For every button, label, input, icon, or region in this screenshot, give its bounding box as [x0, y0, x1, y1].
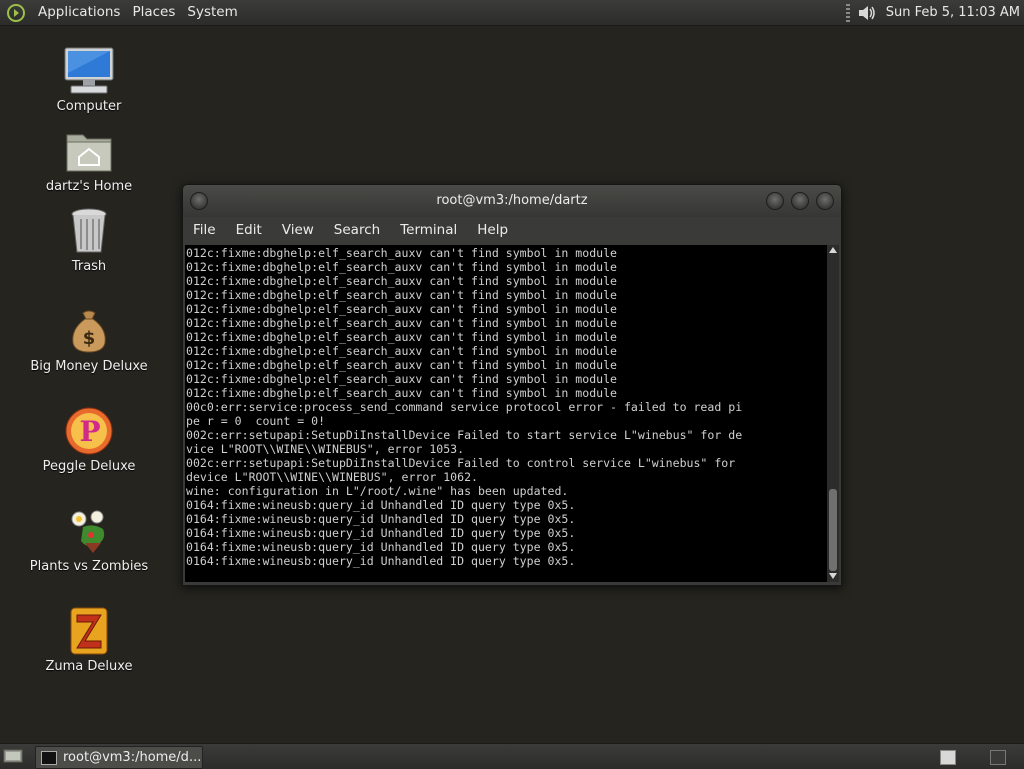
terminal-line: 0164:fixme:wineusb:query_id Unhandled ID… — [186, 554, 576, 568]
terminal-line: device L"ROOT\\WINE\\WINEBUS", error 106… — [186, 470, 478, 484]
terminal-line: 002c:err:setupapi:SetupDiInstallDevice F… — [186, 456, 736, 470]
desktop-icon-computer[interactable]: Computer — [19, 45, 159, 114]
terminal-output[interactable]: 012c:fixme:dbghelp:elf_search_auxv can't… — [185, 245, 827, 582]
terminal-line: 002c:err:setupapi:SetupDiInstallDevice F… — [186, 428, 743, 442]
menu-file[interactable]: File — [183, 222, 226, 238]
terminal-line: 012c:fixme:dbghelp:elf_search_auxv can't… — [186, 288, 618, 302]
menu-system[interactable]: System — [181, 0, 243, 25]
menu-view[interactable]: View — [272, 222, 324, 238]
terminal-menubar: File Edit View Search Terminal Help — [183, 217, 841, 243]
terminal-line: 012c:fixme:dbghelp:elf_search_auxv can't… — [186, 246, 618, 260]
desktop-icon-label: Peggle Deluxe — [42, 459, 136, 474]
desktop-icon-plants-vs-zombies[interactable]: Plants vs Zombies — [19, 505, 159, 574]
terminal-line: 0164:fixme:wineusb:query_id Unhandled ID… — [186, 512, 576, 526]
desktop-icon-home[interactable]: dartz's Home — [19, 125, 159, 194]
desktop-icon-label: Big Money Deluxe — [30, 359, 148, 374]
menu-search[interactable]: Search — [324, 222, 390, 238]
workspace-2[interactable] — [990, 750, 1006, 765]
window-title: root@vm3:/home/dartz — [436, 193, 588, 208]
terminal-line: 00c0:err:service:process_send_command se… — [186, 400, 743, 414]
desktop-icon-trash[interactable]: Trash — [19, 205, 159, 274]
gnome-foot-icon[interactable] — [6, 3, 26, 23]
terminal-line: wine: configuration in L"/root/.wine" ha… — [186, 484, 569, 498]
terminal-text: 012c:fixme:dbghelp:elf_search_auxv can't… — [185, 245, 827, 568]
terminal-line: 0164:fixme:wineusb:query_id Unhandled ID… — [186, 526, 576, 540]
svg-text:$: $ — [83, 328, 96, 349]
menu-places[interactable]: Places — [126, 0, 181, 25]
terminal-line: 0164:fixme:wineusb:query_id Unhandled ID… — [186, 498, 576, 512]
svg-text:P: P — [79, 415, 100, 448]
menu-terminal[interactable]: Terminal — [390, 222, 467, 238]
panel-tray: Sun Feb 5, 11:03 AM — [845, 0, 1020, 25]
terminal-line: 012c:fixme:dbghelp:elf_search_auxv can't… — [186, 316, 618, 330]
maximize-button[interactable] — [791, 192, 809, 210]
desktop-icon-big-money[interactable]: $ Big Money Deluxe — [19, 305, 159, 374]
desktop-icon-label: Computer — [56, 99, 122, 114]
taskbar-button-label: root@vm3:/home/d... — [63, 750, 202, 765]
desktop-icon-peggle[interactable]: P Peggle Deluxe — [19, 405, 159, 474]
menu-applications[interactable]: Applications — [32, 0, 126, 25]
top-panel: Applications Places System Sun Feb 5, 11… — [0, 0, 1024, 26]
terminal-line: 012c:fixme:dbghelp:elf_search_auxv can't… — [186, 260, 618, 274]
terminal-line: 012c:fixme:dbghelp:elf_search_auxv can't… — [186, 330, 618, 344]
menu-help[interactable]: Help — [467, 222, 518, 238]
scroll-up-arrow[interactable] — [829, 247, 837, 253]
computer-icon — [64, 47, 114, 94]
terminal-line: 0164:fixme:wineusb:query_id Unhandled ID… — [186, 540, 576, 554]
scrollbar-thumb[interactable] — [829, 489, 837, 571]
peggle-icon: P — [65, 407, 113, 455]
show-desktop-icon[interactable] — [3, 748, 23, 764]
trash-icon — [71, 208, 107, 253]
terminal-line: 012c:fixme:dbghelp:elf_search_auxv can't… — [186, 372, 618, 386]
terminal-scrollbar[interactable] — [827, 245, 839, 582]
desktop-icon-zuma[interactable]: Zuma Deluxe — [19, 605, 159, 674]
desktop-icon-label: dartz's Home — [45, 179, 133, 194]
panel-handle[interactable] — [845, 3, 850, 22]
terminal-line: pe r = 0 count = 0! — [186, 414, 326, 428]
money-bag-icon: $ — [72, 310, 106, 353]
clock[interactable]: Sun Feb 5, 11:03 AM — [886, 5, 1020, 20]
desktop-icon-label: Plants vs Zombies — [29, 559, 149, 574]
close-button[interactable] — [816, 192, 834, 210]
desktop-icon-label: Trash — [71, 259, 107, 274]
bottom-panel: root@vm3:/home/d... — [0, 743, 1024, 769]
volume-icon[interactable] — [856, 2, 878, 24]
title-bar[interactable]: root@vm3:/home/dartz — [183, 185, 841, 217]
plants-vs-zombies-icon — [71, 510, 105, 553]
desktop-icon-label: Zuma Deluxe — [45, 659, 133, 674]
terminal-line: 012c:fixme:dbghelp:elf_search_auxv can't… — [186, 386, 618, 400]
terminal-line: 012c:fixme:dbghelp:elf_search_auxv can't… — [186, 274, 618, 288]
terminal-window: root@vm3:/home/dartz File Edit View Sear… — [182, 184, 842, 586]
zuma-icon — [70, 607, 108, 655]
terminal-line: vice L"ROOT\\WINE\\WINEBUS", error 1053. — [186, 442, 465, 456]
terminal-icon — [41, 750, 57, 765]
home-folder-icon — [66, 134, 112, 172]
taskbar-button-terminal[interactable]: root@vm3:/home/d... — [35, 746, 203, 769]
terminal-line: 012c:fixme:dbghelp:elf_search_auxv can't… — [186, 302, 618, 316]
minimize-button[interactable] — [766, 192, 784, 210]
terminal-line: 012c:fixme:dbghelp:elf_search_auxv can't… — [186, 344, 618, 358]
menu-edit[interactable]: Edit — [226, 222, 272, 238]
terminal-line: 012c:fixme:dbghelp:elf_search_auxv can't… — [186, 358, 618, 372]
workspace-1[interactable] — [940, 750, 956, 765]
scroll-down-arrow[interactable] — [829, 573, 837, 579]
